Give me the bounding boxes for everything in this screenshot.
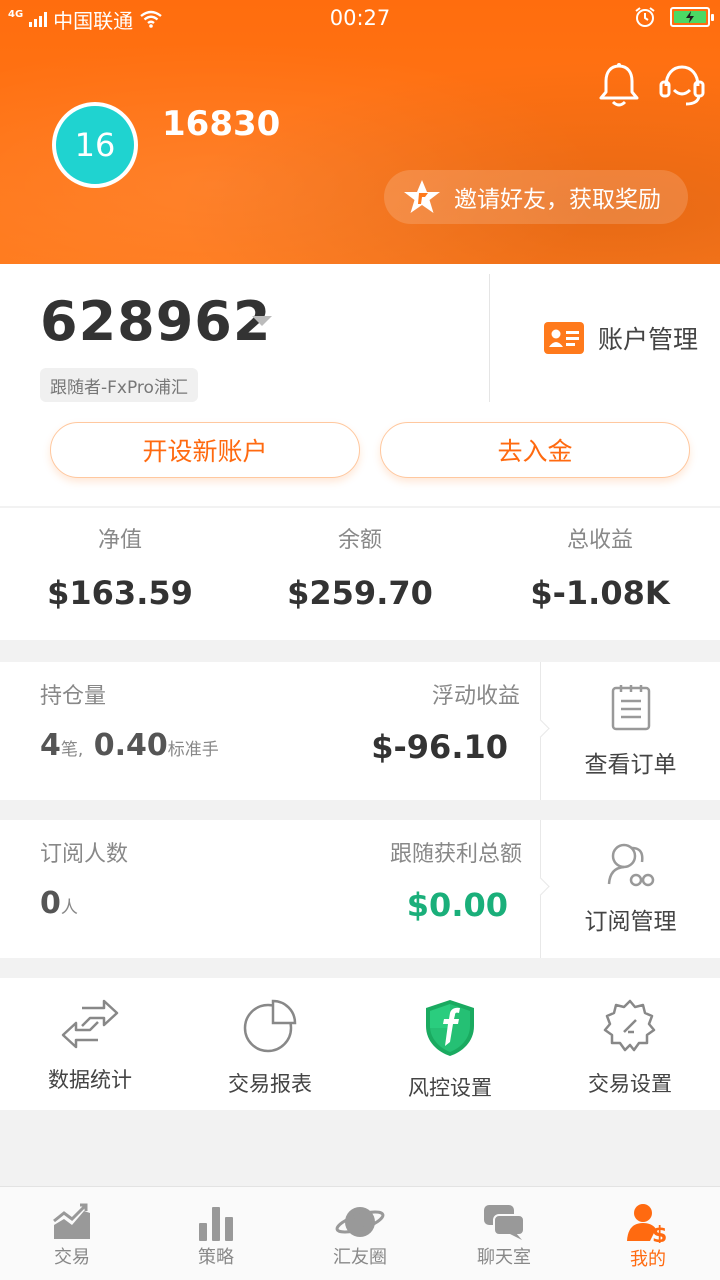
invite-label: 邀请好友，获取奖励 — [454, 187, 661, 213]
planet-icon — [335, 1207, 385, 1237]
bar-chart-icon — [199, 1207, 233, 1241]
profile-header: 4G 中国联通 00:27 16 16830 邀请好友，获取奖励 — [0, 0, 720, 264]
floating-profit-value: $-96.10 — [371, 728, 508, 766]
invite-friends-button[interactable]: 邀请好友，获取奖励 — [384, 170, 688, 224]
nav-label: 策略 — [198, 1247, 234, 1268]
exchange-arrows-icon — [61, 999, 119, 1049]
tool-label: 数据统计 — [48, 1068, 132, 1092]
subscription-management-button[interactable]: 订阅管理 — [540, 820, 720, 958]
nav-item-community[interactable]: 汇友圈 — [288, 1187, 432, 1280]
lots-value: 0.40 — [93, 728, 168, 763]
clock: 00:27 — [329, 6, 391, 30]
deposit-button[interactable]: 去入金 — [380, 422, 690, 478]
account-number[interactable]: 628962 — [40, 290, 271, 353]
positions-panel: 持仓量 浮动收益 4笔, 0.40标准手 $-96.10 查看订单 — [0, 662, 720, 800]
stat-equity: 净值 $163.59 — [0, 508, 240, 612]
stat-value: $259.70 — [287, 574, 433, 612]
nav-label: 我的 — [630, 1249, 666, 1270]
divider — [489, 274, 490, 402]
subscriber-count: 0 — [40, 886, 61, 921]
subscriber-count-unit: 人 — [60, 898, 78, 918]
stat-label: 净值 — [97, 528, 142, 553]
stat-value: $163.59 — [47, 574, 193, 612]
clipboard-icon — [611, 685, 650, 731]
account-management-button[interactable]: 账户管理 — [544, 320, 698, 356]
order-count-unit: 笔, — [60, 740, 84, 760]
username: 16830 — [162, 104, 281, 144]
follow-profit-value: $0.00 — [406, 886, 508, 924]
stat-value: $-1.08K — [530, 574, 670, 612]
tool-label: 交易设置 — [588, 1072, 672, 1096]
user-dollar-icon: $ — [627, 1204, 667, 1243]
alarm-icon — [635, 7, 655, 27]
account-management-label: 账户管理 — [598, 325, 699, 354]
nav-item-chatroom[interactable]: 聊天室 — [432, 1187, 576, 1280]
risk-settings-button[interactable]: 风控设置 — [360, 978, 540, 1110]
avatar[interactable]: 16 — [52, 102, 138, 188]
gear-icon — [603, 999, 656, 1052]
tools-grid: 数据统计 交易报表 风控设置 交易设置 — [0, 978, 720, 1110]
stat-balance: 余额 $259.70 — [240, 508, 480, 612]
svg-text:$: $ — [652, 1223, 667, 1243]
chat-bubbles-icon — [484, 1205, 525, 1240]
account-tag: 跟随者-FxPro浦汇 — [40, 368, 198, 402]
lots-unit: 标准手 — [167, 740, 219, 760]
nav-item-mine[interactable]: $ 我的 — [576, 1187, 720, 1280]
order-count: 4 — [40, 728, 61, 763]
stat-label: 余额 — [337, 528, 382, 553]
status-right — [634, 6, 714, 28]
nav-label: 交易 — [54, 1247, 90, 1268]
notification-button[interactable] — [598, 62, 640, 108]
trade-settings-button[interactable]: 交易设置 — [540, 978, 720, 1110]
data-statistics-button[interactable]: 数据统计 — [0, 978, 180, 1110]
bell-icon — [599, 63, 639, 107]
open-account-button[interactable]: 开设新账户 — [50, 422, 360, 478]
star-flag-icon — [404, 180, 440, 213]
floating-profit-label: 浮动收益 — [431, 684, 520, 709]
shield-icon — [426, 1000, 474, 1056]
stat-label: 总收益 — [566, 528, 633, 553]
trend-chart-icon — [53, 1203, 90, 1239]
follow-profit-label: 跟随获利总额 — [389, 842, 522, 867]
view-orders-label: 查看订单 — [584, 752, 677, 778]
view-orders-button[interactable]: 查看订单 — [540, 662, 720, 800]
nav-label: 汇友圈 — [333, 1247, 387, 1268]
bottom-navigation: 交易 策略 汇友圈 聊天室 $ 我的 — [0, 1186, 720, 1280]
nav-item-strategy[interactable]: 策略 — [144, 1187, 288, 1280]
subscriber-count-value: 0人 — [40, 886, 78, 921]
status-bar: 4G 中国联通 00:27 — [0, 0, 720, 38]
trade-report-button[interactable]: 交易报表 — [180, 978, 360, 1110]
subscriber-count-label: 订阅人数 — [40, 842, 129, 867]
id-card-icon — [544, 322, 584, 354]
subscribers-panel: 订阅人数 跟随获利总额 0人 $0.00 订阅管理 — [0, 820, 720, 958]
customer-service-button[interactable] — [658, 62, 706, 108]
subscription-management-label: 订阅管理 — [584, 909, 677, 935]
subscribers-icon — [607, 843, 654, 887]
battery-icon — [670, 7, 714, 27]
customer-service-icon — [659, 65, 705, 106]
holdings-label: 持仓量 — [40, 684, 107, 709]
pie-chart-icon — [243, 999, 297, 1053]
tool-label: 风控设置 — [408, 1076, 492, 1100]
chevron-down-icon[interactable] — [252, 316, 272, 326]
stat-total-profit: 总收益 $-1.08K — [480, 508, 720, 612]
nav-item-trade[interactable]: 交易 — [0, 1187, 144, 1280]
tool-label: 交易报表 — [228, 1072, 312, 1096]
holdings-value: 4笔, 0.40标准手 — [40, 728, 219, 763]
nav-label: 聊天室 — [477, 1247, 531, 1268]
balance-stats: 净值 $163.59 余额 $259.70 总收益 $-1.08K — [0, 508, 720, 640]
